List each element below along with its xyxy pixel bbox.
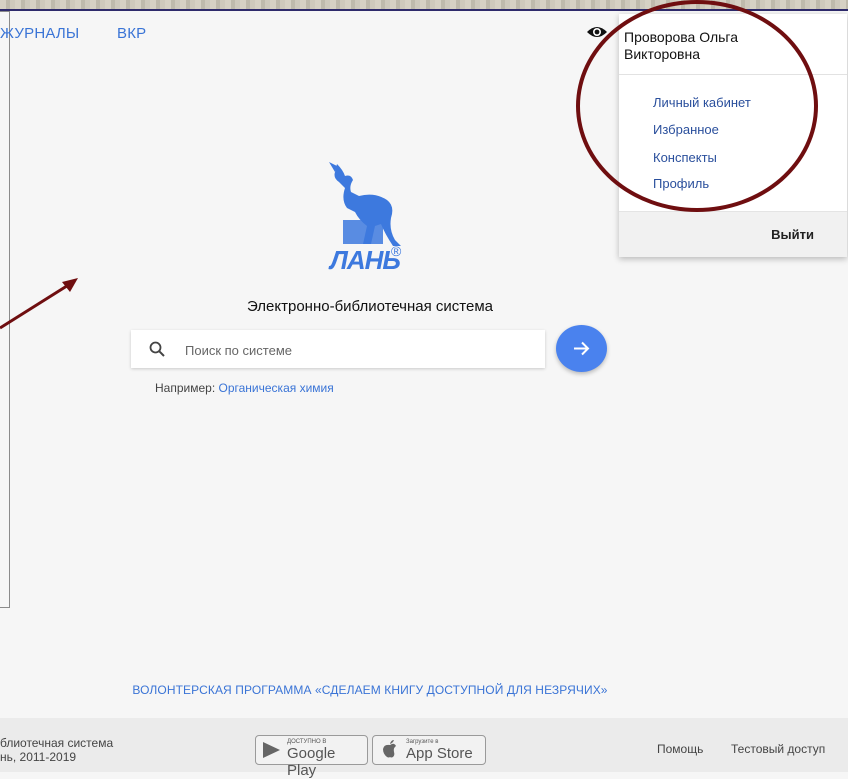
help-link[interactable]: Помощь [657,742,703,756]
top-decorative-strip [0,0,848,11]
logo-wordmark: ЛАНЬ [330,245,401,275]
annotation-arrow [0,278,78,330]
menu-item-favorites[interactable]: Избранное [653,122,719,137]
menu-item-account[interactable]: Личный кабинет [653,95,751,110]
arrow-right-icon [574,341,590,356]
logout-button[interactable]: Выйти [771,227,814,242]
search-example: Например: Органическая химия [155,381,334,395]
nav-vkr-link[interactable]: ВКР [117,25,146,42]
menu-divider [619,74,847,75]
eye-icon[interactable] [586,24,608,40]
google-play-button[interactable]: ДОСТУПНО В Google Play [255,735,368,779]
search-box [131,330,545,368]
search-icon [149,341,165,357]
menu-footer: Выйти [619,211,847,257]
nav-journals-link[interactable]: ЖУРНАЛЫ [0,25,79,42]
search-input[interactable] [183,339,527,361]
app-store-button[interactable]: Загрузите в App Store [372,735,486,765]
apple-icon [383,740,396,758]
test-access-link[interactable]: Тестовый доступ [731,742,825,756]
user-menu-dropdown: Проворова Ольга Викторовна Личный кабине… [619,14,847,257]
example-link[interactable]: Органическая химия [219,381,334,395]
user-name: Проворова Ольга Викторовна [624,29,739,62]
registered-mark: ® [391,243,402,259]
site-tagline: Электронно-библиотечная система [247,298,493,315]
google-play-icon [263,742,280,758]
footer: блиотечная система нь, 2011-2019 ДОСТУПН… [0,718,848,779]
search-submit-button[interactable] [556,325,607,372]
volunteer-program-link[interactable]: ВОЛОНТЕРСКАЯ ПРОГРАММА «СДЕЛАЕМ КНИГУ ДО… [0,683,740,697]
footer-copyright: блиотечная система нь, 2011-2019 [0,736,114,764]
menu-item-profile[interactable]: Профиль [653,176,709,191]
menu-item-notes[interactable]: Конспекты [653,150,717,165]
